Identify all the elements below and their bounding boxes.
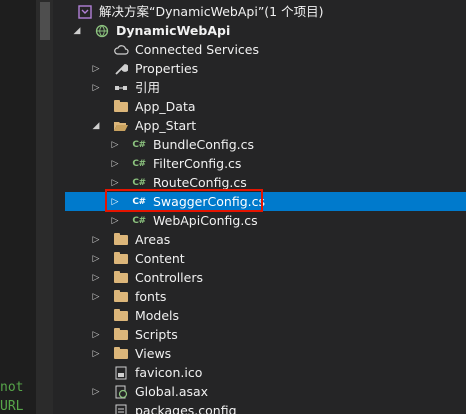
collapsed-arrow-icon[interactable]: ▷ (91, 330, 101, 340)
tree-item-label: BundleConfig.cs (153, 137, 254, 152)
tree-item-references[interactable]: ▷ 引用 (65, 78, 466, 97)
folder-icon (113, 346, 129, 362)
project-node[interactable]: ◢ DynamicWebApi (65, 21, 466, 40)
collapsed-arrow-icon[interactable]: ▷ (91, 83, 101, 93)
folder-icon (113, 289, 129, 305)
web-project-icon (94, 23, 110, 39)
csharp-file-icon: C# (132, 158, 146, 169)
tree-item-label: packages.config (135, 403, 237, 414)
collapsed-arrow-icon[interactable]: ▷ (91, 64, 101, 74)
tree-item-packages-config[interactable]: packages.config (65, 401, 466, 414)
tree-item-controllers[interactable]: ▷ Controllers (65, 268, 466, 287)
tree-item-app-data[interactable]: App_Data (65, 97, 466, 116)
tree-item-label: RouteConfig.cs (153, 175, 247, 190)
tree-item-bundleconfig[interactable]: ▷ C# BundleConfig.cs (65, 135, 466, 154)
tree-item-webapiconfig[interactable]: ▷ C# WebApiConfig.cs (65, 211, 466, 230)
tree-item-label: favicon.ico (135, 365, 203, 380)
collapsed-arrow-icon[interactable]: ▷ (110, 197, 120, 207)
solution-icon (77, 4, 93, 20)
tree-item-label: 引用 (135, 80, 161, 95)
project-label: DynamicWebApi (116, 23, 231, 38)
tree-item-fonts[interactable]: ▷ fonts (65, 287, 466, 306)
references-icon (113, 80, 129, 96)
solution-label: 解决方案“DynamicWebApi”(1 个项目) (99, 4, 324, 19)
screenshot-root: not URL 解决方案“DynamicWebApi”(1 个项目) ◢ Dyn… (0, 0, 466, 414)
tree-item-connected-services[interactable]: Connected Services (65, 40, 466, 59)
cloud-icon (113, 42, 129, 58)
collapsed-arrow-icon[interactable]: ▷ (91, 387, 101, 397)
tree-item-label: WebApiConfig.cs (153, 213, 258, 228)
folder-open-icon (113, 118, 129, 134)
tree-item-scripts[interactable]: ▷ Scripts (65, 325, 466, 344)
tree-item-content[interactable]: ▷ Content (65, 249, 466, 268)
collapsed-arrow-icon[interactable]: ▷ (91, 254, 101, 264)
tree-item-filterconfig[interactable]: ▷ C# FilterConfig.cs (65, 154, 466, 173)
tree-item-label: Models (135, 308, 180, 323)
csharp-file-icon: C# (132, 139, 146, 150)
tree-item-label: FilterConfig.cs (153, 156, 242, 171)
solution-explorer: 解决方案“DynamicWebApi”(1 个项目) ◢ DynamicWebA… (65, 0, 466, 414)
collapsed-arrow-icon[interactable]: ▷ (91, 349, 101, 359)
tree-item-global-asax[interactable]: ▷ Global.asax (65, 382, 466, 401)
tree-item-swaggerconfig[interactable]: ▷ C# SwaggerConfig.cs (65, 192, 466, 211)
tree-item-label: fonts (135, 289, 167, 304)
asax-file-icon (113, 384, 129, 400)
tree-item-label: Controllers (135, 270, 203, 285)
tree-item-properties[interactable]: ▷ Properties (65, 59, 466, 78)
config-file-icon (113, 403, 129, 414)
tree-item-label: Content (135, 251, 185, 266)
folder-icon (113, 327, 129, 343)
folder-icon (113, 270, 129, 286)
solution-node[interactable]: 解决方案“DynamicWebApi”(1 个项目) (65, 2, 466, 21)
folder-icon (113, 232, 129, 248)
collapsed-arrow-icon[interactable]: ▷ (91, 292, 101, 302)
folder-icon (113, 308, 129, 324)
tree-item-favicon[interactable]: favicon.ico (65, 363, 466, 382)
folder-icon (113, 251, 129, 267)
tree-item-label: Areas (135, 232, 171, 247)
tree-item-label: Connected Services (135, 42, 259, 57)
editor-scrollbar-thumb[interactable] (40, 2, 50, 40)
tree-item-routeconfig[interactable]: ▷ C# RouteConfig.cs (65, 173, 466, 192)
expanded-arrow-icon[interactable]: ◢ (91, 121, 101, 131)
tree-item-label: Scripts (135, 327, 178, 342)
collapsed-arrow-icon[interactable]: ▷ (110, 178, 120, 188)
collapsed-arrow-icon[interactable]: ▷ (110, 159, 120, 169)
tree-item-label: Global.asax (135, 384, 209, 399)
tree-item-label: Views (135, 346, 172, 361)
tree-item-label: Properties (135, 61, 199, 76)
tree-item-label: App_Data (135, 99, 196, 114)
collapsed-arrow-icon[interactable]: ▷ (91, 273, 101, 283)
tree-item-areas[interactable]: ▷ Areas (65, 230, 466, 249)
csharp-file-icon: C# (132, 177, 146, 188)
tree-item-models[interactable]: Models (65, 306, 466, 325)
wrench-icon (113, 61, 129, 77)
code-fragment: URL (0, 399, 24, 414)
folder-icon (113, 99, 129, 115)
tree-item-label: SwaggerConfig.cs (153, 194, 265, 209)
image-file-icon (113, 365, 129, 381)
expanded-arrow-icon[interactable]: ◢ (72, 26, 82, 36)
panel-splitter[interactable] (53, 0, 65, 414)
code-fragment: not (0, 380, 24, 395)
code-editor-edge: not URL (0, 0, 36, 414)
collapsed-arrow-icon[interactable]: ▷ (110, 216, 120, 226)
collapsed-arrow-icon[interactable]: ▷ (110, 140, 120, 150)
tree-item-app-start[interactable]: ◢ App_Start (65, 116, 466, 135)
csharp-file-icon: C# (132, 215, 146, 226)
tree-item-label: App_Start (135, 118, 197, 133)
collapsed-arrow-icon[interactable]: ▷ (91, 235, 101, 245)
editor-scrollbar[interactable] (36, 0, 53, 414)
tree-item-views[interactable]: ▷ Views (65, 344, 466, 363)
csharp-file-icon: C# (132, 196, 146, 207)
